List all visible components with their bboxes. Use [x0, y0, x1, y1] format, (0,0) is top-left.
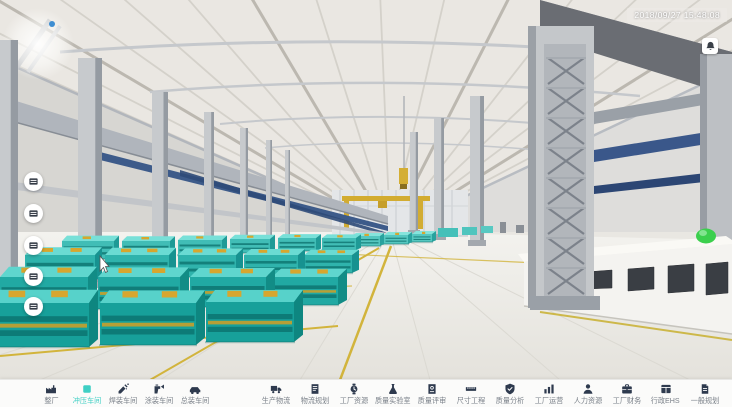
toolbar-item-label: 冲压车间: [73, 396, 102, 405]
toolbar-item-label: 总装车间: [181, 396, 210, 405]
toolbar-item-label: 焊装车间: [109, 396, 138, 405]
watch-icon-wrap: [348, 383, 360, 395]
ruler-icon: [465, 383, 477, 395]
plan-icon-wrap: [309, 383, 321, 395]
die-icon: [28, 271, 39, 282]
ruler-icon-wrap: [465, 383, 477, 395]
notification-bell-button[interactable]: [702, 38, 718, 54]
chart-icon-wrap: [543, 383, 555, 395]
grid-icon: [660, 383, 672, 395]
toolbar-item-label: 工厂运营: [534, 396, 563, 405]
toolbar-item-label: 尺寸工程: [456, 396, 485, 405]
doc-icon: [699, 383, 711, 395]
truck-icon-wrap: [270, 383, 282, 395]
equipment-marker-3-button[interactable]: [24, 236, 43, 255]
shield-icon: [504, 383, 516, 395]
press-icon: [81, 383, 93, 395]
bottom-toolbar: 整厂 冲压车间焊装车间涂装车间总装车间 生产物流 物流规划 工厂资源质量实验室质量评审…: [0, 379, 732, 407]
workshop-nav-group: 整厂 冲压车间焊装车间涂装车间总装车间: [33, 383, 213, 405]
die-icon: [28, 176, 39, 187]
die-icon: [28, 240, 39, 251]
toolbar-item-label: 一般规划: [690, 396, 719, 405]
person-icon: [582, 383, 594, 395]
toolbar-item-dimension-engineering[interactable]: 尺寸工程: [451, 383, 490, 405]
app-root: 2018/09/27 15:48:08 整厂 冲压车间焊装车间涂装车间总装车间 生…: [0, 0, 732, 407]
toolbar-item-logistics-planning[interactable]: 物流规划: [295, 383, 334, 405]
toolbar-item-assembly[interactable]: 总装车间: [177, 383, 213, 405]
person-icon-wrap: [582, 383, 594, 395]
toolbar-item-factory-operation[interactable]: 工厂运营: [529, 383, 568, 405]
review-icon: [426, 383, 438, 395]
toolbar-item-human-resources[interactable]: 人力资源: [568, 383, 607, 405]
briefcase-icon-wrap: [621, 383, 633, 395]
toolbar-item-label: 生产物流: [261, 396, 290, 405]
equipment-marker-5-button[interactable]: [24, 297, 43, 316]
main-lattice-column: [528, 26, 600, 310]
toolbar-item-label: 物流规划: [300, 396, 329, 405]
toolbar-item-admin-ehs[interactable]: 行政EHS: [646, 383, 685, 405]
toolbar-item-label: 行政EHS: [651, 396, 680, 405]
equipment-marker-4-button[interactable]: [24, 267, 43, 286]
toolbar-item-general-planning[interactable]: 一般规划: [685, 383, 724, 405]
plan-icon: [309, 383, 321, 395]
timestamp: 2018/09/27 15:48:08: [627, 8, 727, 22]
die-icon: [28, 208, 39, 219]
toolbar-item-stamping[interactable]: 冲压车间: [69, 383, 105, 405]
weld-icon-wrap: [117, 383, 129, 395]
die-icon: [28, 301, 39, 312]
factory-3d-scene[interactable]: [0, 0, 732, 380]
toolbar-item-label: 质量分析: [495, 396, 524, 405]
flask-icon: [387, 383, 399, 395]
assembly-icon-wrap: [189, 383, 201, 395]
spray-icon-wrap: [153, 383, 165, 395]
chart-icon: [543, 383, 555, 395]
spray-icon: [153, 383, 165, 395]
assembly-icon: [189, 383, 201, 395]
toolbar-item-welding[interactable]: 焊装车间: [105, 383, 141, 405]
toolbar-item-quality-review[interactable]: 质量评审: [412, 383, 451, 405]
watch-icon: [348, 383, 360, 395]
toolbar-item-quality-analysis[interactable]: 质量分析: [490, 383, 529, 405]
green-status-marker[interactable]: [696, 229, 716, 244]
toolbar-item-label: 工厂财务: [612, 396, 641, 405]
toolbar-item-plant[interactable]: 整厂: [33, 383, 69, 405]
equipment-marker-2-button[interactable]: [24, 204, 43, 223]
toolbar-item-label: 涂装车间: [145, 396, 174, 405]
3d-viewport[interactable]: 2018/09/27 15:48:08: [0, 0, 732, 380]
plant-icon-wrap: [45, 383, 57, 395]
bell-icon: [705, 41, 716, 52]
timestamp-text: 2018/09/27 15:48:08: [634, 10, 720, 20]
far-right-column-edge: [700, 54, 707, 240]
toolbar-item-quality-lab[interactable]: 质量实验室: [373, 383, 412, 405]
toolbar-item-label: 人力资源: [573, 396, 602, 405]
toolbar-item-factory-finance[interactable]: 工厂财务: [607, 383, 646, 405]
grid-icon-wrap: [660, 383, 672, 395]
equipment-marker-1-button[interactable]: [24, 172, 43, 191]
shield-icon-wrap: [504, 383, 516, 395]
doc-icon-wrap: [699, 383, 711, 395]
toolbar-item-label: 质量实验室: [375, 396, 411, 405]
toolbar-item-label: 工厂资源: [339, 396, 368, 405]
toolbar-item-label: 质量评审: [417, 396, 446, 405]
briefcase-icon: [621, 383, 633, 395]
module-nav-group: 生产物流 物流规划 工厂资源质量实验室质量评审 尺寸工程 质量分析 工厂运营 人力资源 工厂财…: [256, 383, 724, 405]
press-icon-wrap: [81, 383, 93, 395]
toolbar-item-production-logistics[interactable]: 生产物流: [256, 383, 295, 405]
toolbar-item-painting[interactable]: 涂装车间: [141, 383, 177, 405]
weld-icon: [117, 383, 129, 395]
review-icon-wrap: [426, 383, 438, 395]
toolbar-item-factory-resources[interactable]: 工厂资源: [334, 383, 373, 405]
flask-icon-wrap: [387, 383, 399, 395]
plant-icon: [45, 383, 57, 395]
toolbar-item-label: 整厂: [44, 396, 58, 405]
truck-icon: [270, 383, 282, 395]
